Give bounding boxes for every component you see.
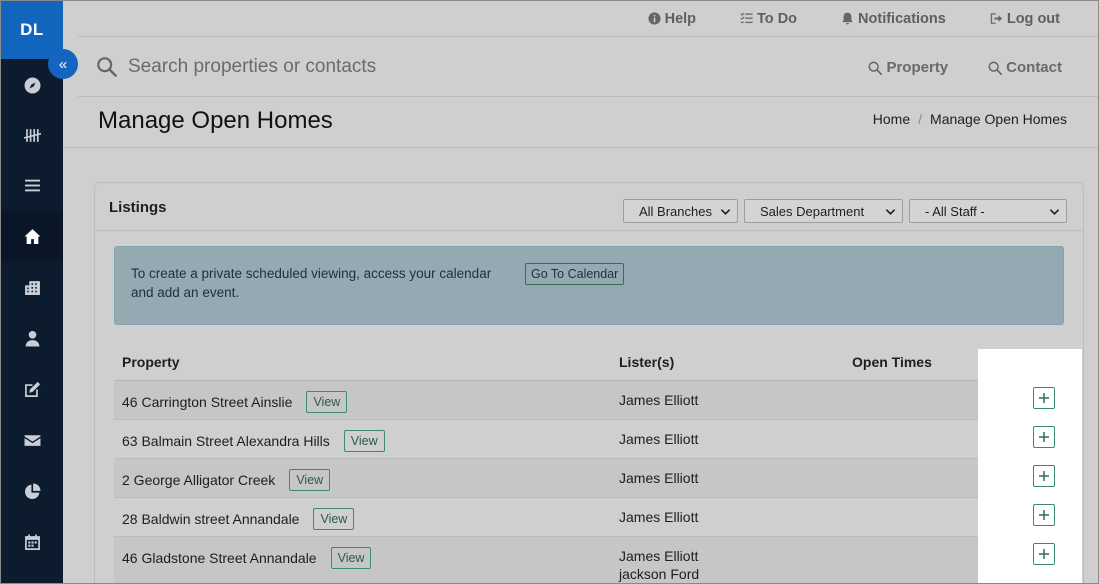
plus-icon: [1039, 549, 1049, 559]
column-header-open-times: Open Times: [852, 354, 932, 370]
table-row: 46 Gladstone Street Annandale View James …: [114, 537, 1064, 583]
plus-icon: [1039, 471, 1049, 481]
search-icon: [97, 57, 117, 77]
search-input[interactable]: [128, 56, 688, 78]
sidebar-item-messages[interactable]: [1, 415, 63, 465]
table-row: 2 George Alligator Creek View James Ellio…: [114, 459, 1064, 498]
add-open-time-button[interactable]: [1033, 426, 1055, 448]
view-property-button[interactable]: View: [306, 391, 348, 413]
sidebar-item-contacts[interactable]: [1, 313, 63, 363]
help-link[interactable]: Help: [648, 11, 696, 27]
todo-link[interactable]: To Do: [740, 11, 797, 27]
info-circle-icon: [648, 12, 661, 25]
sidebar: DL: [1, 1, 63, 583]
plus-icon: [1039, 510, 1049, 520]
add-open-time-button[interactable]: [1033, 465, 1055, 487]
staff-select[interactable]: - All Staff -: [909, 199, 1067, 223]
double-chevron-left-icon: «: [58, 55, 68, 73]
chevron-down-icon: [720, 208, 731, 215]
top-navigation: Help To Do Notifications Log out: [78, 1, 1098, 37]
sidebar-item-tally[interactable]: [1, 110, 63, 160]
listings-card: Listings All Branches Sales Department -…: [94, 182, 1084, 583]
add-open-time-button[interactable]: [1033, 543, 1055, 565]
table-row: 28 Baldwin street Annandale View James El…: [114, 498, 1064, 537]
property-name: 2 George Alligator Creek: [122, 472, 276, 488]
chevron-down-icon: [1049, 208, 1060, 215]
lister-name: James Elliott: [619, 509, 699, 525]
checklist-icon: [740, 12, 753, 24]
column-header-listers: Lister(s): [619, 354, 675, 370]
breadcrumb-separator: /: [918, 111, 923, 127]
plus-icon: [1039, 432, 1049, 442]
building-icon: [24, 280, 40, 295]
property-name: 63 Balmain Street Alexandra Hills: [122, 433, 330, 449]
search-icon: [868, 61, 883, 75]
breadcrumb: Home / Manage Open Homes: [873, 111, 1067, 127]
sign-out-icon: [990, 13, 1003, 24]
collapse-sidebar-button[interactable]: «: [48, 49, 78, 79]
listings-card-header: Listings All Branches Sales Department -…: [95, 183, 1083, 231]
table-row: 63 Balmain Street Alexandra Hills View Ja…: [114, 420, 1064, 459]
logout-link[interactable]: Log out: [990, 11, 1060, 27]
department-select[interactable]: Sales Department: [744, 199, 903, 223]
go-to-calendar-button[interactable]: Go To Calendar: [525, 263, 625, 285]
lister-name: James Elliott: [619, 431, 699, 447]
compass-icon: [24, 77, 40, 93]
page-title: Manage Open Homes: [98, 107, 333, 134]
lister-name: jackson Ford: [619, 566, 700, 582]
search-icon: [988, 61, 1003, 75]
sidebar-item-calendar[interactable]: [1, 517, 63, 567]
calendar-info-alert: To create a private scheduled viewing, a…: [114, 246, 1064, 325]
pie-chart-icon: [24, 483, 40, 499]
branch-select[interactable]: All Branches: [623, 199, 738, 223]
user-icon: [25, 330, 39, 346]
envelope-icon: [24, 434, 40, 446]
add-open-time-button[interactable]: [1033, 504, 1055, 526]
breadcrumb-current: Manage Open Homes: [930, 111, 1067, 127]
home-icon: [24, 228, 40, 244]
breadcrumb-home[interactable]: Home: [873, 111, 910, 127]
search-bar: Property Contact: [78, 38, 1098, 97]
search-property-button[interactable]: Property: [868, 59, 948, 76]
view-property-button[interactable]: View: [313, 508, 355, 530]
list-icon: [24, 179, 40, 191]
property-name: 28 Baldwin street Annandale: [122, 511, 300, 527]
page-header: Manage Open Homes Home / Manage Open Hom…: [63, 98, 1098, 148]
table-row: 46 Carrington Street Ainslie View James E…: [114, 381, 1064, 420]
lister-name: James Elliott: [619, 392, 699, 408]
lister-name: James Elliott: [619, 548, 699, 564]
edit-icon: [24, 381, 40, 397]
table-header: Property Lister(s) Open Times: [114, 345, 1064, 381]
chevron-down-icon: [885, 208, 896, 215]
app-window: DL « Help To Do Notifications Log out Se…: [0, 0, 1099, 584]
property-name: 46 Carrington Street Ainslie: [122, 394, 293, 410]
search-contact-button[interactable]: Contact: [988, 59, 1062, 76]
bell-icon: [842, 12, 853, 25]
add-open-time-column: [978, 349, 1082, 583]
calendar-info-text: To create a private scheduled viewing, a…: [131, 266, 492, 300]
sidebar-item-list[interactable]: [1, 160, 63, 210]
calendar-icon: [24, 534, 40, 550]
listing-filters: All Branches Sales Department - All Staf…: [623, 199, 1067, 223]
view-property-button[interactable]: View: [289, 469, 331, 491]
listings-title: Listings: [109, 199, 167, 216]
notifications-link[interactable]: Notifications: [841, 11, 946, 27]
sidebar-item-reports[interactable]: [1, 466, 63, 516]
lister-name: James Elliott: [619, 470, 699, 486]
app-logo[interactable]: DL: [1, 1, 63, 59]
view-property-button[interactable]: View: [330, 547, 372, 569]
view-property-button[interactable]: View: [343, 430, 385, 452]
tally-icon: [23, 128, 41, 142]
open-homes-table: Property Lister(s) Open Times 46 Carring…: [114, 345, 1064, 583]
column-header-property: Property: [122, 354, 180, 370]
sidebar-item-buildings[interactable]: [1, 262, 63, 312]
sidebar-item-edit[interactable]: [1, 364, 63, 414]
sidebar-item-home[interactable]: [1, 211, 63, 261]
plus-icon: [1039, 393, 1049, 403]
property-name: 46 Gladstone Street Annandale: [122, 550, 317, 566]
add-open-time-button[interactable]: [1033, 387, 1055, 409]
